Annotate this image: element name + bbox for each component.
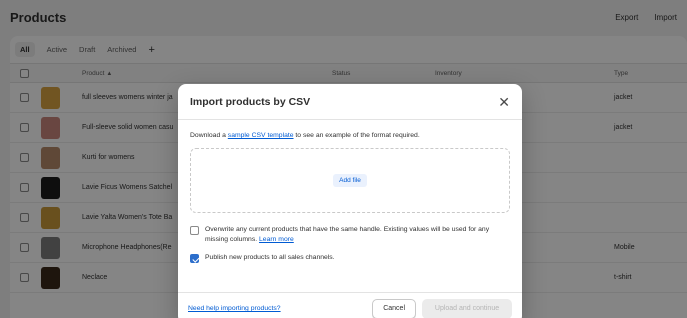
overwrite-option: Overwrite any current products that have…: [190, 225, 510, 245]
publish-label: Publish new products to all sales channe…: [205, 254, 335, 261]
sample-csv-link[interactable]: sample CSV template: [228, 132, 294, 139]
modal-title: Import products by CSV: [190, 95, 311, 108]
overwrite-label: Overwrite any current products that have…: [205, 226, 490, 243]
cancel-button[interactable]: Cancel: [372, 298, 416, 318]
file-dropzone[interactable]: Add file: [190, 148, 510, 213]
close-icon[interactable]: ✕: [498, 95, 510, 109]
modal-footer: Need help importing products? Cancel Upl…: [178, 292, 522, 318]
help-importing-link[interactable]: Need help importing products?: [188, 305, 281, 312]
publish-checkbox[interactable]: [190, 254, 199, 263]
add-file-button[interactable]: Add file: [333, 174, 367, 187]
modal-header: Import products by CSV ✕: [178, 84, 522, 120]
modal-description: Download a sample CSV template to see an…: [190, 132, 420, 139]
import-csv-modal: Import products by CSV ✕ Download a samp…: [178, 84, 522, 318]
upload-continue-button[interactable]: Upload and continue: [422, 298, 512, 318]
learn-more-link[interactable]: Learn more: [259, 236, 294, 243]
modal-body: Download a sample CSV template to see an…: [178, 120, 522, 263]
publish-option: Publish new products to all sales channe…: [190, 253, 510, 263]
overwrite-checkbox[interactable]: [190, 226, 199, 235]
